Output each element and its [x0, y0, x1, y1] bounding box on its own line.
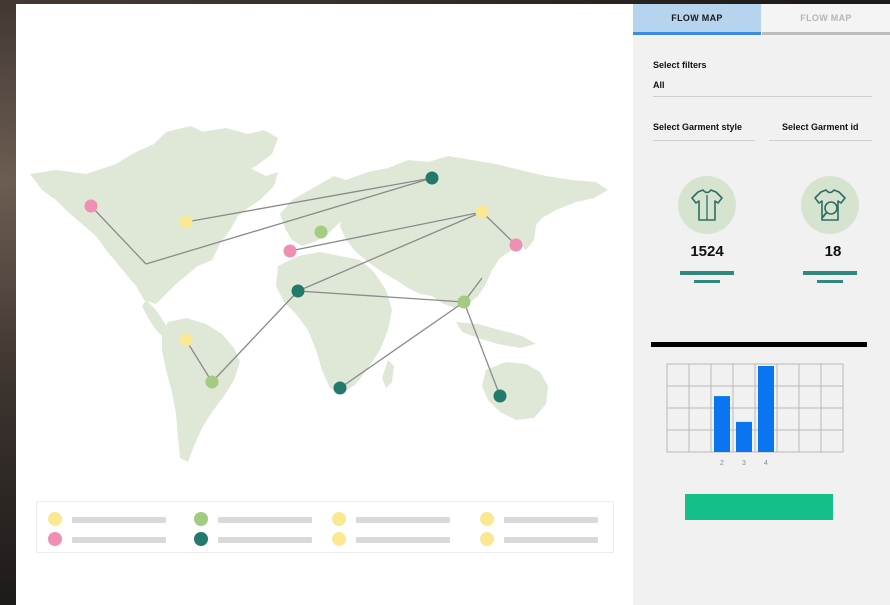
legend-dot — [48, 512, 62, 526]
map-node-light-green[interactable] — [205, 375, 219, 389]
australia — [482, 362, 548, 420]
tab-flow-map-inactive[interactable]: FLOW MAP — [762, 4, 890, 35]
legend-label-placeholder — [356, 517, 450, 523]
map-node-teal[interactable] — [425, 171, 439, 185]
map-node-teal[interactable] — [291, 284, 305, 298]
legend-item — [194, 512, 314, 526]
indonesia — [456, 322, 536, 348]
garment-style-label: Select Garment style — [653, 122, 743, 132]
map-node-light-green[interactable] — [457, 295, 471, 309]
legend-label-placeholder — [356, 537, 450, 543]
chart-tick-label: 2 — [720, 460, 724, 467]
route — [211, 290, 299, 383]
stat-bar-2 — [803, 271, 857, 275]
garment-style-underline — [653, 140, 755, 141]
tab-flow-map-active[interactable]: FLOW MAP — [633, 4, 761, 35]
map-node-yellow[interactable] — [179, 333, 193, 347]
madagascar — [382, 360, 394, 388]
side-panel: FLOW MAP FLOW MAP Select filters All Sel… — [633, 4, 890, 605]
legend-dot — [332, 512, 346, 526]
map-node-yellow[interactable] — [179, 215, 193, 229]
flow-map-area — [16, 4, 633, 605]
filters-dropdown[interactable]: Select filters All — [653, 60, 872, 98]
garment-id-dropdown[interactable]: Select Garment id — [769, 122, 872, 142]
stat-bar-1 — [680, 271, 734, 275]
legend-item — [48, 512, 168, 526]
garment-id-count-value: 18 — [824, 243, 842, 260]
filters-underline — [653, 96, 872, 97]
africa — [276, 252, 392, 394]
legend-label-placeholder — [72, 537, 166, 543]
garment-id-underline — [769, 140, 872, 141]
stat-bar-1b — [694, 280, 720, 283]
legend-label-placeholder — [72, 517, 166, 523]
legend-label-placeholder — [218, 537, 312, 543]
legend-dot — [48, 532, 62, 546]
map-node-light-green[interactable] — [314, 225, 328, 239]
bar-chart[interactable]: 2 3 4 — [653, 352, 871, 470]
chart-tick-label: 4 — [764, 460, 768, 467]
map-node-pink[interactable] — [509, 238, 523, 252]
garment-id-label: Select Garment id — [782, 122, 859, 132]
legend-item — [480, 512, 600, 526]
shirt-search-icon — [801, 176, 859, 234]
legend-label-placeholder — [218, 517, 312, 523]
legend-item — [332, 532, 452, 546]
route — [463, 301, 501, 397]
chart-bar[interactable] — [714, 396, 730, 452]
filters-value: All — [653, 80, 665, 90]
garment-count-value: 1524 — [690, 243, 724, 260]
world-map[interactable] — [16, 4, 633, 494]
legend-dot — [480, 532, 494, 546]
map-node-teal[interactable] — [493, 389, 507, 403]
continents — [30, 126, 608, 462]
tab-bar: FLOW MAP FLOW MAP — [633, 4, 890, 35]
legend-label-placeholder — [504, 537, 598, 543]
map-legend — [36, 501, 614, 553]
legend-label-placeholder — [504, 517, 598, 523]
legend-item — [48, 532, 168, 546]
garment-style-dropdown[interactable]: Select Garment style — [653, 122, 755, 142]
legend-item — [332, 512, 452, 526]
shirt-icon — [678, 176, 736, 234]
chart-bar[interactable] — [758, 366, 774, 452]
legend-dot — [194, 512, 208, 526]
legend-dot — [480, 512, 494, 526]
map-node-pink[interactable] — [283, 244, 297, 258]
chart-grid — [666, 363, 844, 453]
legend-item — [480, 532, 600, 546]
south-america — [162, 318, 240, 462]
legend-item — [194, 532, 314, 546]
section-divider — [651, 342, 867, 347]
chart-tick-label: 3 — [742, 460, 746, 467]
map-node-pink[interactable] — [84, 199, 98, 213]
filters-label: Select filters — [653, 60, 707, 70]
legend-dot — [332, 532, 346, 546]
legend-dot — [194, 532, 208, 546]
dashboard-screen: FLOW MAP FLOW MAP Select filters All Sel… — [16, 4, 890, 605]
chart-bar[interactable] — [736, 421, 752, 452]
map-node-teal[interactable] — [333, 381, 347, 395]
stat-bar-2b — [817, 280, 843, 283]
map-node-yellow[interactable] — [475, 205, 489, 219]
apply-button[interactable] — [685, 494, 833, 520]
